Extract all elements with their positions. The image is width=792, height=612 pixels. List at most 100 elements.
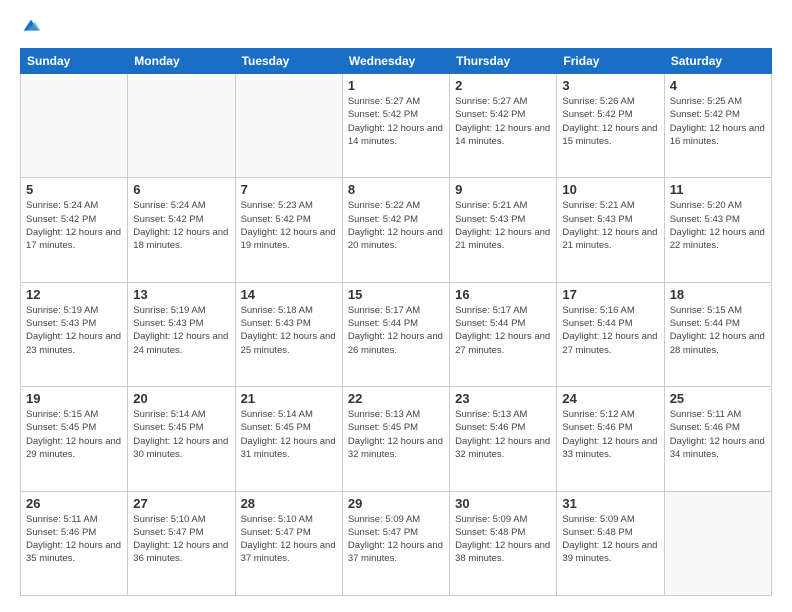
day-info: Sunrise: 5:21 AM Sunset: 5:43 PM Dayligh…: [455, 199, 551, 252]
week-row-0: 1 Sunrise: 5:27 AM Sunset: 5:42 PM Daylig…: [21, 74, 772, 178]
day-info: Sunrise: 5:27 AM Sunset: 5:42 PM Dayligh…: [348, 95, 444, 148]
day-number: 14: [241, 287, 337, 302]
day-info: Sunrise: 5:09 AM Sunset: 5:48 PM Dayligh…: [455, 513, 551, 566]
day-number: 31: [562, 496, 658, 511]
day-cell: 28Sunrise: 5:10 AM Sunset: 5:47 PM Dayli…: [235, 491, 342, 595]
day-info: Sunrise: 5:25 AM Sunset: 5:42 PM Dayligh…: [670, 95, 766, 148]
week-row-3: 19 Sunrise: 5:15 AM Sunset: 5:45 PM Dayli…: [21, 387, 772, 491]
day-info: Sunrise: 5:22 AM Sunset: 5:42 PM Dayligh…: [348, 199, 444, 252]
day-number: 9: [455, 182, 551, 197]
day-cell: 26Sunrise: 5:11 AM Sunset: 5:46 PM Dayli…: [21, 491, 128, 595]
day-cell: 14 Sunrise: 5:18 AM Sunset: 5:43 PM Dayli…: [235, 282, 342, 386]
day-number: 20: [133, 391, 229, 406]
weekday-header-row: SundayMondayTuesdayWednesdayThursdayFrid…: [21, 49, 772, 74]
day-number: 16: [455, 287, 551, 302]
day-number: 17: [562, 287, 658, 302]
day-cell: 16 Sunrise: 5:17 AM Sunset: 5:44 PM Dayli…: [450, 282, 557, 386]
day-cell: 25 Sunrise: 5:11 AM Sunset: 5:46 PM Dayli…: [664, 387, 771, 491]
week-row-1: 5 Sunrise: 5:24 AM Sunset: 5:42 PM Daylig…: [21, 178, 772, 282]
day-info: Sunrise: 5:13 AM Sunset: 5:45 PM Dayligh…: [348, 408, 444, 461]
day-cell: 21 Sunrise: 5:14 AM Sunset: 5:45 PM Dayli…: [235, 387, 342, 491]
day-info: Sunrise: 5:11 AM Sunset: 5:46 PM Dayligh…: [670, 408, 766, 461]
day-cell: 20Sunrise: 5:14 AM Sunset: 5:45 PM Dayli…: [128, 387, 235, 491]
day-cell: [664, 491, 771, 595]
week-row-4: 26Sunrise: 5:11 AM Sunset: 5:46 PM Dayli…: [21, 491, 772, 595]
day-cell: 27 Sunrise: 5:10 AM Sunset: 5:47 PM Dayli…: [128, 491, 235, 595]
day-number: 27: [133, 496, 229, 511]
day-number: 5: [26, 182, 122, 197]
day-info: Sunrise: 5:09 AM Sunset: 5:48 PM Dayligh…: [562, 513, 658, 566]
logo-icon: [20, 16, 42, 38]
day-number: 19: [26, 391, 122, 406]
weekday-header-tuesday: Tuesday: [235, 49, 342, 74]
day-info: Sunrise: 5:17 AM Sunset: 5:44 PM Dayligh…: [455, 304, 551, 357]
day-number: 18: [670, 287, 766, 302]
day-info: Sunrise: 5:15 AM Sunset: 5:44 PM Dayligh…: [670, 304, 766, 357]
day-cell: 18 Sunrise: 5:15 AM Sunset: 5:44 PM Dayli…: [664, 282, 771, 386]
day-cell: 24 Sunrise: 5:12 AM Sunset: 5:46 PM Dayli…: [557, 387, 664, 491]
day-number: 22: [348, 391, 444, 406]
day-number: 1: [348, 78, 444, 93]
day-number: 3: [562, 78, 658, 93]
day-info: Sunrise: 5:27 AM Sunset: 5:42 PM Dayligh…: [455, 95, 551, 148]
weekday-header-monday: Monday: [128, 49, 235, 74]
day-number: 15: [348, 287, 444, 302]
day-cell: 11 Sunrise: 5:20 AM Sunset: 5:43 PM Dayli…: [664, 178, 771, 282]
day-info: Sunrise: 5:10 AM Sunset: 5:47 PM Dayligh…: [133, 513, 229, 566]
day-cell: 2 Sunrise: 5:27 AM Sunset: 5:42 PM Daylig…: [450, 74, 557, 178]
day-info: Sunrise: 5:19 AM Sunset: 5:43 PM Dayligh…: [26, 304, 122, 357]
day-cell: 3 Sunrise: 5:26 AM Sunset: 5:42 PM Daylig…: [557, 74, 664, 178]
day-cell: 6Sunrise: 5:24 AM Sunset: 5:42 PM Daylig…: [128, 178, 235, 282]
day-cell: 19 Sunrise: 5:15 AM Sunset: 5:45 PM Dayli…: [21, 387, 128, 491]
day-info: Sunrise: 5:10 AM Sunset: 5:47 PM Dayligh…: [241, 513, 337, 566]
day-cell: 5 Sunrise: 5:24 AM Sunset: 5:42 PM Daylig…: [21, 178, 128, 282]
calendar-table: SundayMondayTuesdayWednesdayThursdayFrid…: [20, 48, 772, 596]
day-info: Sunrise: 5:17 AM Sunset: 5:44 PM Dayligh…: [348, 304, 444, 357]
weekday-header-sunday: Sunday: [21, 49, 128, 74]
day-cell: 8Sunrise: 5:22 AM Sunset: 5:42 PM Daylig…: [342, 178, 449, 282]
day-cell: [235, 74, 342, 178]
day-cell: 31 Sunrise: 5:09 AM Sunset: 5:48 PM Dayli…: [557, 491, 664, 595]
day-cell: [21, 74, 128, 178]
day-info: Sunrise: 5:18 AM Sunset: 5:43 PM Dayligh…: [241, 304, 337, 357]
day-number: 2: [455, 78, 551, 93]
header: [20, 16, 772, 38]
day-cell: 4 Sunrise: 5:25 AM Sunset: 5:42 PM Daylig…: [664, 74, 771, 178]
day-cell: 15 Sunrise: 5:17 AM Sunset: 5:44 PM Dayli…: [342, 282, 449, 386]
day-cell: 12 Sunrise: 5:19 AM Sunset: 5:43 PM Dayli…: [21, 282, 128, 386]
day-number: 23: [455, 391, 551, 406]
day-info: Sunrise: 5:20 AM Sunset: 5:43 PM Dayligh…: [670, 199, 766, 252]
day-cell: 30 Sunrise: 5:09 AM Sunset: 5:48 PM Dayli…: [450, 491, 557, 595]
day-number: 24: [562, 391, 658, 406]
day-cell: 29 Sunrise: 5:09 AM Sunset: 5:47 PM Dayli…: [342, 491, 449, 595]
day-cell: 10Sunrise: 5:21 AM Sunset: 5:43 PM Dayli…: [557, 178, 664, 282]
day-info: Sunrise: 5:09 AM Sunset: 5:47 PM Dayligh…: [348, 513, 444, 566]
day-number: 29: [348, 496, 444, 511]
day-cell: 9 Sunrise: 5:21 AM Sunset: 5:43 PM Daylig…: [450, 178, 557, 282]
day-number: 21: [241, 391, 337, 406]
day-number: 12: [26, 287, 122, 302]
day-info: Sunrise: 5:12 AM Sunset: 5:46 PM Dayligh…: [562, 408, 658, 461]
day-number: 4: [670, 78, 766, 93]
day-info: Sunrise: 5:26 AM Sunset: 5:42 PM Dayligh…: [562, 95, 658, 148]
day-cell: 17Sunrise: 5:16 AM Sunset: 5:44 PM Dayli…: [557, 282, 664, 386]
day-number: 11: [670, 182, 766, 197]
week-row-2: 12 Sunrise: 5:19 AM Sunset: 5:43 PM Dayli…: [21, 282, 772, 386]
day-cell: 7Sunrise: 5:23 AM Sunset: 5:42 PM Daylig…: [235, 178, 342, 282]
day-info: Sunrise: 5:24 AM Sunset: 5:42 PM Dayligh…: [26, 199, 122, 252]
day-number: 30: [455, 496, 551, 511]
day-info: Sunrise: 5:14 AM Sunset: 5:45 PM Dayligh…: [241, 408, 337, 461]
day-number: 13: [133, 287, 229, 302]
day-number: 10: [562, 182, 658, 197]
day-number: 25: [670, 391, 766, 406]
weekday-header-thursday: Thursday: [450, 49, 557, 74]
day-number: 7: [241, 182, 337, 197]
day-info: Sunrise: 5:19 AM Sunset: 5:43 PM Dayligh…: [133, 304, 229, 357]
day-info: Sunrise: 5:15 AM Sunset: 5:45 PM Dayligh…: [26, 408, 122, 461]
day-number: 6: [133, 182, 229, 197]
weekday-header-saturday: Saturday: [664, 49, 771, 74]
day-cell: 13 Sunrise: 5:19 AM Sunset: 5:43 PM Dayli…: [128, 282, 235, 386]
weekday-header-friday: Friday: [557, 49, 664, 74]
weekday-header-wednesday: Wednesday: [342, 49, 449, 74]
day-cell: 1 Sunrise: 5:27 AM Sunset: 5:42 PM Daylig…: [342, 74, 449, 178]
